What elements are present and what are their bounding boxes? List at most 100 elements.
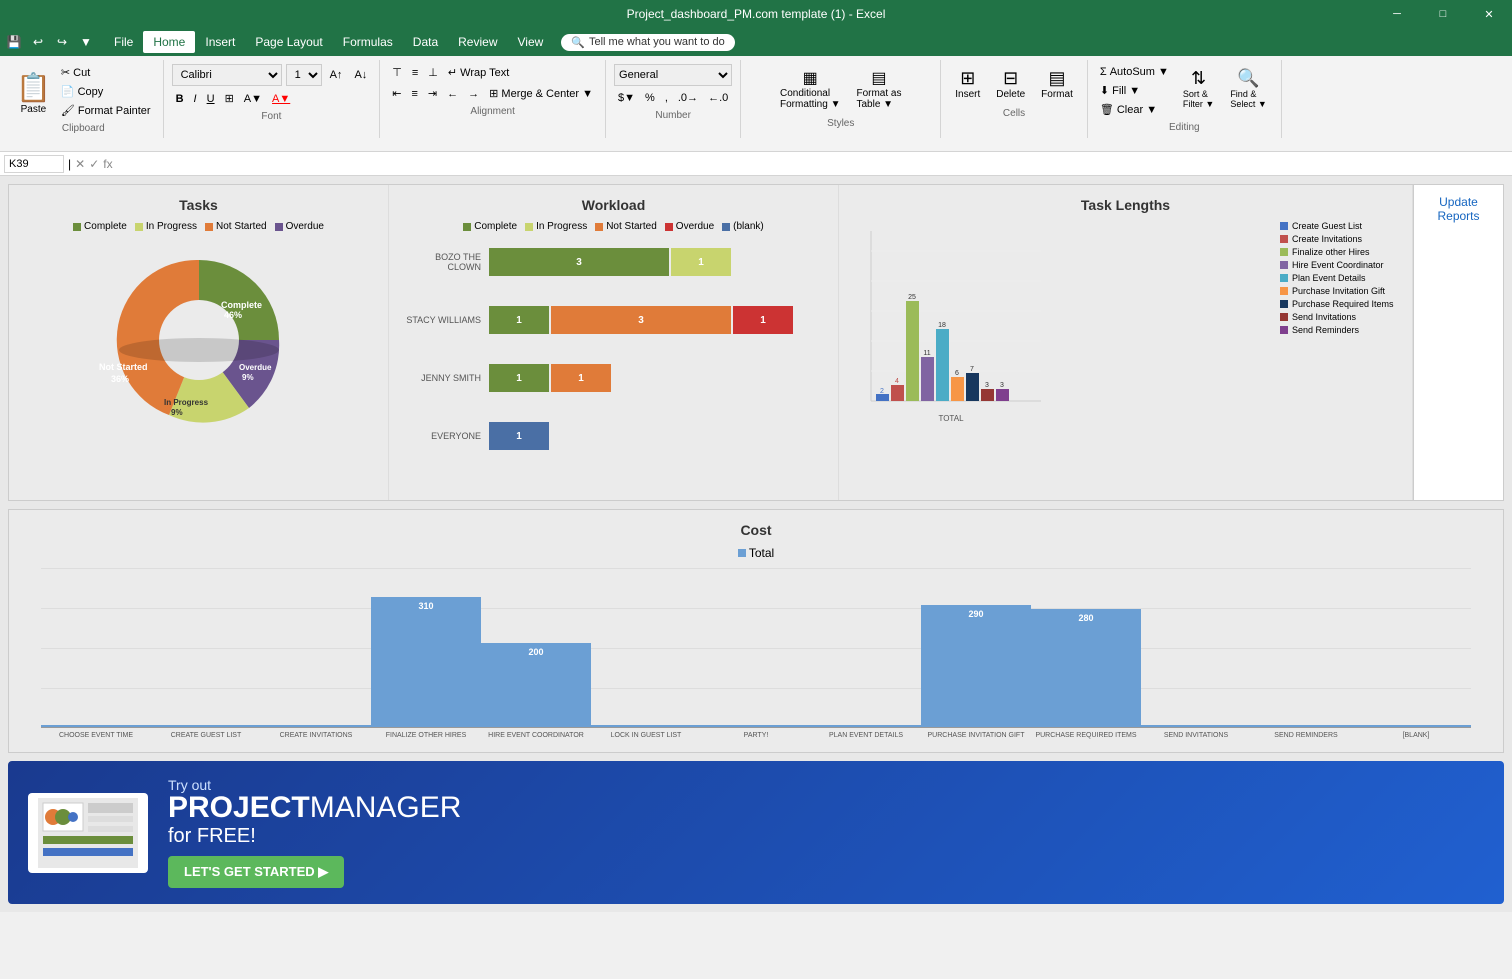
close-button[interactable]: ✕ [1466,0,1512,28]
comma-button[interactable]: , [661,90,672,106]
tl-legend-7: Purchase Required Items [1280,299,1400,309]
party-bar [701,725,811,727]
purch-inv-value: 290 [968,607,983,619]
purch-req-bar: 280 [1031,609,1141,727]
underline-button[interactable]: U [203,91,219,107]
formula-confirm-button[interactable]: ✓ [89,157,99,171]
undo-qa-button[interactable]: ↩ [28,32,48,52]
tl-legend-1: Create Guest List [1280,221,1400,231]
svg-text:4: 4 [895,378,899,385]
indent-decrease-button[interactable]: ← [443,85,462,102]
formula-insert-button[interactable]: fx [103,157,112,171]
align-center-button[interactable]: ≡ [408,85,422,102]
tl-label-8: Send Invitations [1292,312,1356,322]
banner-cta-button[interactable]: LET'S GET STARTED ▶ [168,856,344,888]
editing-col3: 🔍 Find &Select ▼ [1224,64,1272,118]
menu-insert[interactable]: Insert [195,31,245,53]
format-painter-button[interactable]: 🖌 Format Painter [57,102,155,119]
menu-home[interactable]: Home [143,31,195,53]
in-progress-pct-val: 9% [171,408,183,417]
find-select-button[interactable]: 🔍 Find &Select ▼ [1224,64,1272,113]
svg-text:2: 2 [880,388,884,395]
menu-formulas[interactable]: Formulas [333,31,403,53]
find-icon: 🔍 [1237,68,1259,89]
cond-format-label: ConditionalFormatting ▼ [780,88,840,110]
indent-increase-button[interactable]: → [464,85,483,102]
qa-dropdown-button[interactable]: ▼ [76,32,96,52]
number-row: $▼ % , .0→ ←.0 [614,90,732,106]
maximize-button[interactable]: □ [1420,0,1466,28]
tl-legend-4: Hire Event Coordinator [1280,260,1400,270]
choose-bar [41,725,151,727]
decrease-font-button[interactable]: A↓ [350,67,371,83]
redo-qa-button[interactable]: ↪ [52,32,72,52]
align-left-button[interactable]: ⇤ [388,85,405,102]
task-lengths-panel: Task Lengths [839,185,1413,500]
minimize-button[interactable]: ─ [1374,0,1420,28]
font-label: Font [261,111,281,122]
tasks-legend: Complete In Progress Not Started Overdue [21,221,376,232]
styles-label: Styles [827,118,854,129]
formula-input[interactable] [117,158,1508,170]
font-family-select[interactable]: Calibri [172,64,282,86]
increase-font-button[interactable]: A↑ [326,67,347,83]
conditional-formatting-button[interactable]: ▦ ConditionalFormatting ▼ [774,64,846,114]
formula-bar-divider: | [68,157,71,171]
format-cells-button[interactable]: ▤ Format [1035,64,1079,104]
clipboard-inner: 📋 Paste ✂ Cut 📄 Copy 🖌 Format Painter [12,64,155,119]
tl-label-7: Purchase Required Items [1292,299,1394,309]
menu-review[interactable]: Review [448,31,507,53]
menu-view[interactable]: View [508,31,554,53]
cost-x-labels: CHOOSE EVENT TIME CREATE GUEST LIST CREA… [41,732,1471,740]
cost-bar-send-inv [1141,725,1251,727]
currency-button[interactable]: $▼ [614,90,639,106]
bozo-bar-progress: 1 [671,248,731,276]
cost-gridline-1 [41,568,1471,569]
fill-color-button[interactable]: A▼ [240,91,266,107]
merge-center-button[interactable]: ⊞ Merge & Center ▼ [485,85,597,102]
format-as-table-button[interactable]: ▤ Format asTable ▼ [850,64,907,114]
tl-label-2: Create Invitations [1292,234,1362,244]
insert-cells-button[interactable]: ⊞ Insert [949,64,986,104]
menu-file[interactable]: File [104,31,143,53]
cell-reference-input[interactable] [4,155,64,173]
task-lengths-inner: 2 4 25 11 [851,221,1400,444]
font-size-select[interactable]: 12 [286,64,322,86]
decrease-decimal-button[interactable]: ←.0 [704,90,732,106]
copy-button[interactable]: 📄 Copy [57,83,155,100]
save-qa-button[interactable]: 💾 [4,32,24,52]
sort-filter-button[interactable]: ⇅ Sort &Filter ▼ [1177,64,1220,113]
bar-purch-inv [951,377,964,401]
window-controls: ─ □ ✕ [1374,0,1512,28]
align-row1: ⊤ ≡ ⊥ ↵ Wrap Text [388,64,597,81]
font-color-button[interactable]: A▼ [268,91,294,107]
task-lengths-title: Task Lengths [851,197,1400,213]
number-format-select[interactable]: General [614,64,732,86]
percent-button[interactable]: % [641,90,659,106]
bold-button[interactable]: B [172,91,188,107]
wrap-text-button[interactable]: ↵ Wrap Text [444,64,513,81]
cut-button[interactable]: ✂ Cut [57,64,155,81]
task-lengths-legend: Create Guest List Create Invitations Fin… [1280,221,1400,444]
bar-create-inv [891,385,904,401]
delete-cells-button[interactable]: ⊟ Delete [990,64,1031,104]
increase-decimal-button[interactable]: .0→ [674,90,702,106]
menu-page-layout[interactable]: Page Layout [245,31,332,53]
finalize-bar: 310 [371,597,481,727]
paste-button[interactable]: 📋 Paste [12,67,55,119]
clear-button[interactable]: 🗑 Clear ▼ [1096,101,1173,118]
align-middle-button[interactable]: ≡ [408,64,422,81]
align-bottom-button[interactable]: ⊥ [424,64,442,81]
fill-button[interactable]: ⬇ Fill ▼ [1096,82,1173,99]
border-button[interactable]: ⊞ [221,90,238,107]
update-reports-button[interactable]: Update Reports [1422,195,1495,223]
tell-me-input[interactable]: 🔍 Tell me what you want to do [561,34,734,51]
autosum-button[interactable]: Σ AutoSum ▼ [1096,64,1173,80]
italic-button[interactable]: I [190,91,201,107]
menu-data[interactable]: Data [403,31,448,53]
align-top-button[interactable]: ⊤ [388,64,406,81]
align-right-button[interactable]: ⇥ [424,85,441,102]
formula-cancel-button[interactable]: ✕ [75,157,85,171]
hire-bar: 200 [481,643,591,727]
tl-label-5: Plan Event Details [1292,273,1366,283]
